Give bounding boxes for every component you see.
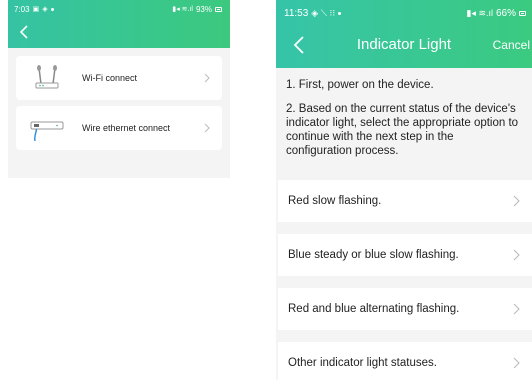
- option-label: Red slow flashing.: [288, 195, 382, 207]
- status-time: 7:03: [14, 4, 30, 14]
- chevron-right-icon: [510, 249, 522, 261]
- notification-icon: ◈: [42, 6, 48, 13]
- status-bar: 7:03 ▣ ◈ ▮◂ ≋.ıl 93%: [8, 0, 230, 18]
- signal-icon: ▮◂ ≋.ıl: [466, 7, 493, 18]
- instruction-step-1: 1. First, power on the device.: [286, 79, 434, 91]
- battery-percent: 93%: [195, 4, 212, 14]
- ethernet-connect-label: Wire ethernet connect: [82, 123, 171, 133]
- wifi-connect-option[interactable]: Wi-Fi connect: [16, 56, 222, 100]
- dot-icon: [338, 11, 342, 15]
- back-button[interactable]: [14, 22, 34, 42]
- option-label: Blue steady or blue slow flashing.: [288, 249, 459, 261]
- chevron-left-icon: [19, 25, 28, 39]
- chevron-right-icon: [202, 123, 212, 133]
- chevron-right-icon: [510, 303, 522, 315]
- option-red-blue-alternating[interactable]: Red and blue alternating flashing.: [278, 288, 532, 330]
- signal-icon: ▮◂ ≋.ıl: [172, 6, 193, 13]
- option-other-statuses[interactable]: Other indicator light statuses.: [278, 342, 532, 380]
- status-time: 11:53: [284, 7, 309, 19]
- battery-percent: 66%: [495, 7, 516, 19]
- battery-icon: [519, 10, 526, 16]
- option-label: Other indicator light statuses.: [288, 357, 437, 369]
- header-bar: 7:03 ▣ ◈ ▮◂ ≋.ıl 93%: [8, 0, 230, 48]
- header-bar: 11:53 ◈ ⟍ ⁝⁝ ▮◂ ≋.ıl 66% Indicator Light…: [276, 0, 532, 68]
- indicator-options-list: Red slow flashing. Blue steady or blue s…: [276, 168, 532, 380]
- option-red-slow-flashing[interactable]: Red slow flashing.: [278, 180, 532, 222]
- dot-icon: [50, 7, 54, 11]
- battery-icon: [215, 6, 222, 12]
- chevron-right-icon: [202, 73, 212, 83]
- cancel-button[interactable]: Cancel: [493, 38, 530, 52]
- option-label: Red and blue alternating flashing.: [288, 303, 460, 315]
- ethernet-router-icon: [26, 113, 68, 143]
- notification-icon: ◈ ⟍ ⁝⁝: [311, 7, 336, 18]
- status-bar: 11:53 ◈ ⟍ ⁝⁝ ▮◂ ≋.ıl 66%: [276, 0, 532, 26]
- option-blue-steady-flashing[interactable]: Blue steady or blue slow flashing.: [278, 234, 532, 276]
- connection-list: Wi-Fi connect Wire ethernet connect: [8, 48, 230, 150]
- indicator-light-screen: 11:53 ◈ ⟍ ⁝⁝ ▮◂ ≋.ıl 66% Indicator Light…: [276, 0, 532, 380]
- wifi-setup-screen: 7:03 ▣ ◈ ▮◂ ≋.ıl 93% Wi-Fi connect Wire …: [8, 0, 230, 178]
- instructions: 1. First, power on the device. 2. Based …: [276, 68, 532, 158]
- notification-icon: ▣: [32, 6, 40, 13]
- wifi-connect-label: Wi-Fi connect: [82, 73, 138, 83]
- ethernet-connect-option[interactable]: Wire ethernet connect: [16, 106, 222, 150]
- chevron-right-icon: [510, 357, 522, 369]
- wifi-router-icon: [26, 63, 68, 93]
- instruction-step-2: 2. Based on the current status of the de…: [286, 103, 519, 157]
- chevron-right-icon: [510, 195, 522, 207]
